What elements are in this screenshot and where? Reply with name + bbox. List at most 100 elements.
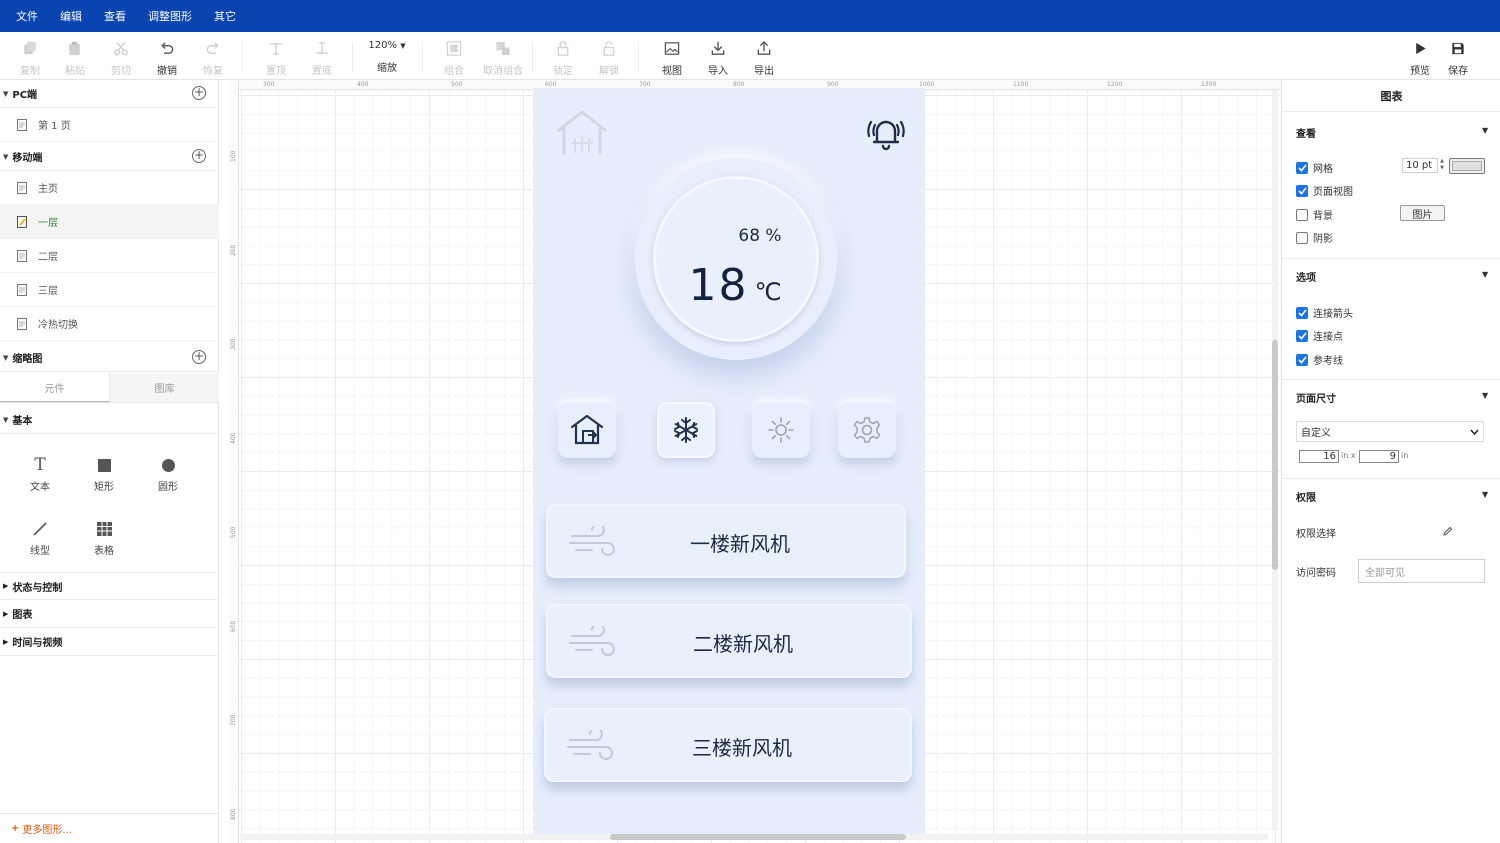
caret-down-icon: ▼ — [3, 415, 9, 424]
settings-button[interactable] — [838, 402, 896, 458]
horizontal-scrollbar[interactable] — [240, 834, 1268, 840]
caret-down-icon[interactable]: ▼ — [1482, 270, 1488, 279]
grid-color-picker[interactable] — [1449, 158, 1485, 174]
cooling-mode-button[interactable] — [657, 402, 715, 458]
page-item-floor-2[interactable]: 二层 — [0, 239, 219, 273]
shape-text[interactable]: T 文本 — [20, 455, 60, 495]
mobile-page-frame[interactable]: 68 % 18 ℃ 一楼新风机 二楼新风机 三楼新风机 — [533, 88, 925, 838]
access-password-input[interactable]: 全部可见 — [1358, 559, 1485, 583]
thumbnail-section-header[interactable]: ▼ 缩略图 + — [0, 344, 219, 372]
background-image-button[interactable]: 图片 — [1400, 205, 1445, 221]
category-time-video[interactable]: ▶ 时间与视频 — [0, 628, 219, 656]
background-checkbox[interactable]: 背景 — [1296, 207, 1333, 222]
mobile-section-header[interactable]: ▼ 移动端 + — [0, 143, 219, 171]
page-icon — [17, 181, 27, 194]
add-page-icon[interactable]: + — [192, 149, 206, 163]
page-height-input[interactable]: 9 — [1359, 450, 1399, 463]
temperature-dial[interactable]: 68 % 18 ℃ — [635, 158, 837, 360]
tab-gallery[interactable]: 图库 — [110, 373, 219, 402]
menu-view[interactable]: 查看 — [93, 8, 137, 24]
connect-arrow-label: 连接箭头 — [1313, 309, 1353, 320]
shadow-checkbox[interactable]: 阴影 — [1296, 230, 1333, 245]
shape-table[interactable]: 表格 — [84, 519, 124, 559]
send-to-bottom-button[interactable]: 置底 — [302, 37, 342, 77]
tab-components[interactable]: 元件 — [0, 373, 110, 402]
fan-card-floor-2[interactable]: 二楼新风机 — [546, 604, 912, 678]
fan-card-floor-1[interactable]: 一楼新风机 — [546, 504, 906, 578]
page-item-floor-3[interactable]: 三层 — [0, 273, 219, 307]
caret-right-icon: ▶ — [3, 609, 9, 618]
import-button[interactable]: 导入 — [698, 37, 738, 77]
add-page-icon[interactable]: + — [192, 86, 206, 100]
ruler-tick: 500 — [451, 81, 463, 88]
ruler-tick: 300 — [230, 338, 237, 350]
alarm-bell-icon — [867, 120, 905, 151]
cut-button[interactable]: 剪切 — [101, 37, 141, 77]
category-state-control[interactable]: ▶ 状态与控制 — [0, 572, 219, 600]
page-view-checkbox[interactable]: 页面视图 — [1296, 183, 1353, 198]
paste-button[interactable]: 粘贴 — [55, 37, 95, 77]
lock-button[interactable]: 锁定 — [543, 37, 583, 77]
undo-button[interactable]: 撤销 — [147, 37, 187, 77]
menu-other[interactable]: 其它 — [203, 8, 247, 24]
menu-arrange[interactable]: 调整图形 — [137, 8, 203, 24]
unlock-button[interactable]: 解锁 — [589, 37, 629, 77]
menu-edit[interactable]: 编辑 — [49, 8, 93, 24]
connect-point-checkbox[interactable]: 连接点 — [1296, 328, 1343, 343]
fan-card-floor-3[interactable]: 三楼新风机 — [544, 708, 912, 782]
category-charts[interactable]: ▶ 图表 — [0, 600, 219, 628]
bring-to-top-button[interactable]: 置顶 — [256, 37, 296, 77]
zoom-dropdown[interactable]: 120% ▼ 缩放 — [360, 37, 414, 77]
caret-down-icon: ▼ — [3, 89, 9, 98]
vertical-scrollbar[interactable] — [1272, 90, 1278, 830]
guide-line-checkbox[interactable]: 参考线 — [1296, 352, 1343, 367]
vertical-ruler: 100 200 300 400 500 600 700 800 — [229, 80, 239, 843]
pencil-icon[interactable] — [1442, 526, 1453, 537]
page-item-floor-1[interactable]: 一层 — [0, 205, 219, 239]
pc-section-header[interactable]: ▼ PC端 + — [0, 80, 219, 108]
connect-arrow-checkbox[interactable]: 连接箭头 — [1296, 305, 1353, 320]
checkbox-unchecked-icon — [1296, 208, 1308, 221]
ruler-tick: 200 — [230, 244, 237, 256]
page-item-home[interactable]: 主页 — [0, 171, 219, 205]
export-button[interactable]: 导出 — [744, 37, 784, 77]
grid-checkbox[interactable]: 网格 — [1296, 160, 1333, 175]
add-icon[interactable]: + — [192, 350, 206, 364]
caret-down-icon[interactable]: ▼ — [1482, 126, 1488, 135]
ungroup-icon — [496, 41, 510, 56]
page-item-pc-1[interactable]: 第 1 页 — [0, 108, 219, 142]
connect-point-label: 连接点 — [1313, 332, 1343, 343]
redo-label: 恢复 — [203, 66, 223, 77]
page-width-input[interactable]: 16 — [1299, 450, 1339, 463]
fan-card-label: 一楼新风机 — [690, 532, 790, 556]
shape-line[interactable]: 线型 — [20, 519, 60, 559]
menu-file[interactable]: 文件 — [5, 8, 49, 24]
copy-button[interactable]: 复制 — [10, 37, 50, 77]
width-unit: in x — [1341, 451, 1356, 460]
toolbar: 复制 粘贴 剪切 撤销 恢复 置顶 置底 120% ▼ 缩放 组合 取消组合 锁… — [0, 32, 1500, 80]
stepper-arrows-icon[interactable]: ▲ ▼ — [1438, 158, 1446, 173]
shape-rectangle[interactable]: 矩形 — [84, 455, 124, 495]
page-item-hvac-switch[interactable]: 冷热切换 — [0, 307, 219, 341]
ungroup-button[interactable]: 取消组合 — [482, 37, 524, 77]
view-button[interactable]: 视图 — [652, 37, 692, 77]
home-mode-button[interactable] — [558, 402, 616, 458]
group-label: 组合 — [444, 66, 464, 77]
preview-button[interactable]: 预览 — [1400, 37, 1440, 77]
scrollbar-thumb[interactable] — [610, 834, 906, 840]
grid-size-input[interactable]: 10 pt — [1402, 158, 1438, 173]
heating-mode-button[interactable] — [752, 402, 810, 458]
scrollbar-thumb[interactable] — [1272, 340, 1278, 570]
redo-button[interactable]: 恢复 — [193, 37, 233, 77]
mobile-section-title: 移动端 — [12, 153, 43, 164]
shape-circle[interactable]: 圆形 — [148, 455, 188, 495]
caret-down-icon[interactable]: ▼ — [1482, 490, 1488, 499]
line-icon — [32, 519, 48, 539]
basic-section-header[interactable]: ▼ 基本 — [0, 406, 219, 434]
page-size-select[interactable]: 自定义 — [1296, 421, 1484, 442]
save-button[interactable]: 保存 — [1438, 37, 1478, 77]
group-button[interactable]: 组合 — [434, 37, 474, 77]
more-shapes-link[interactable]: + 更多图形... — [0, 813, 219, 843]
caret-down-icon[interactable]: ▼ — [1482, 391, 1488, 400]
caret-right-icon: ▶ — [3, 582, 9, 590]
